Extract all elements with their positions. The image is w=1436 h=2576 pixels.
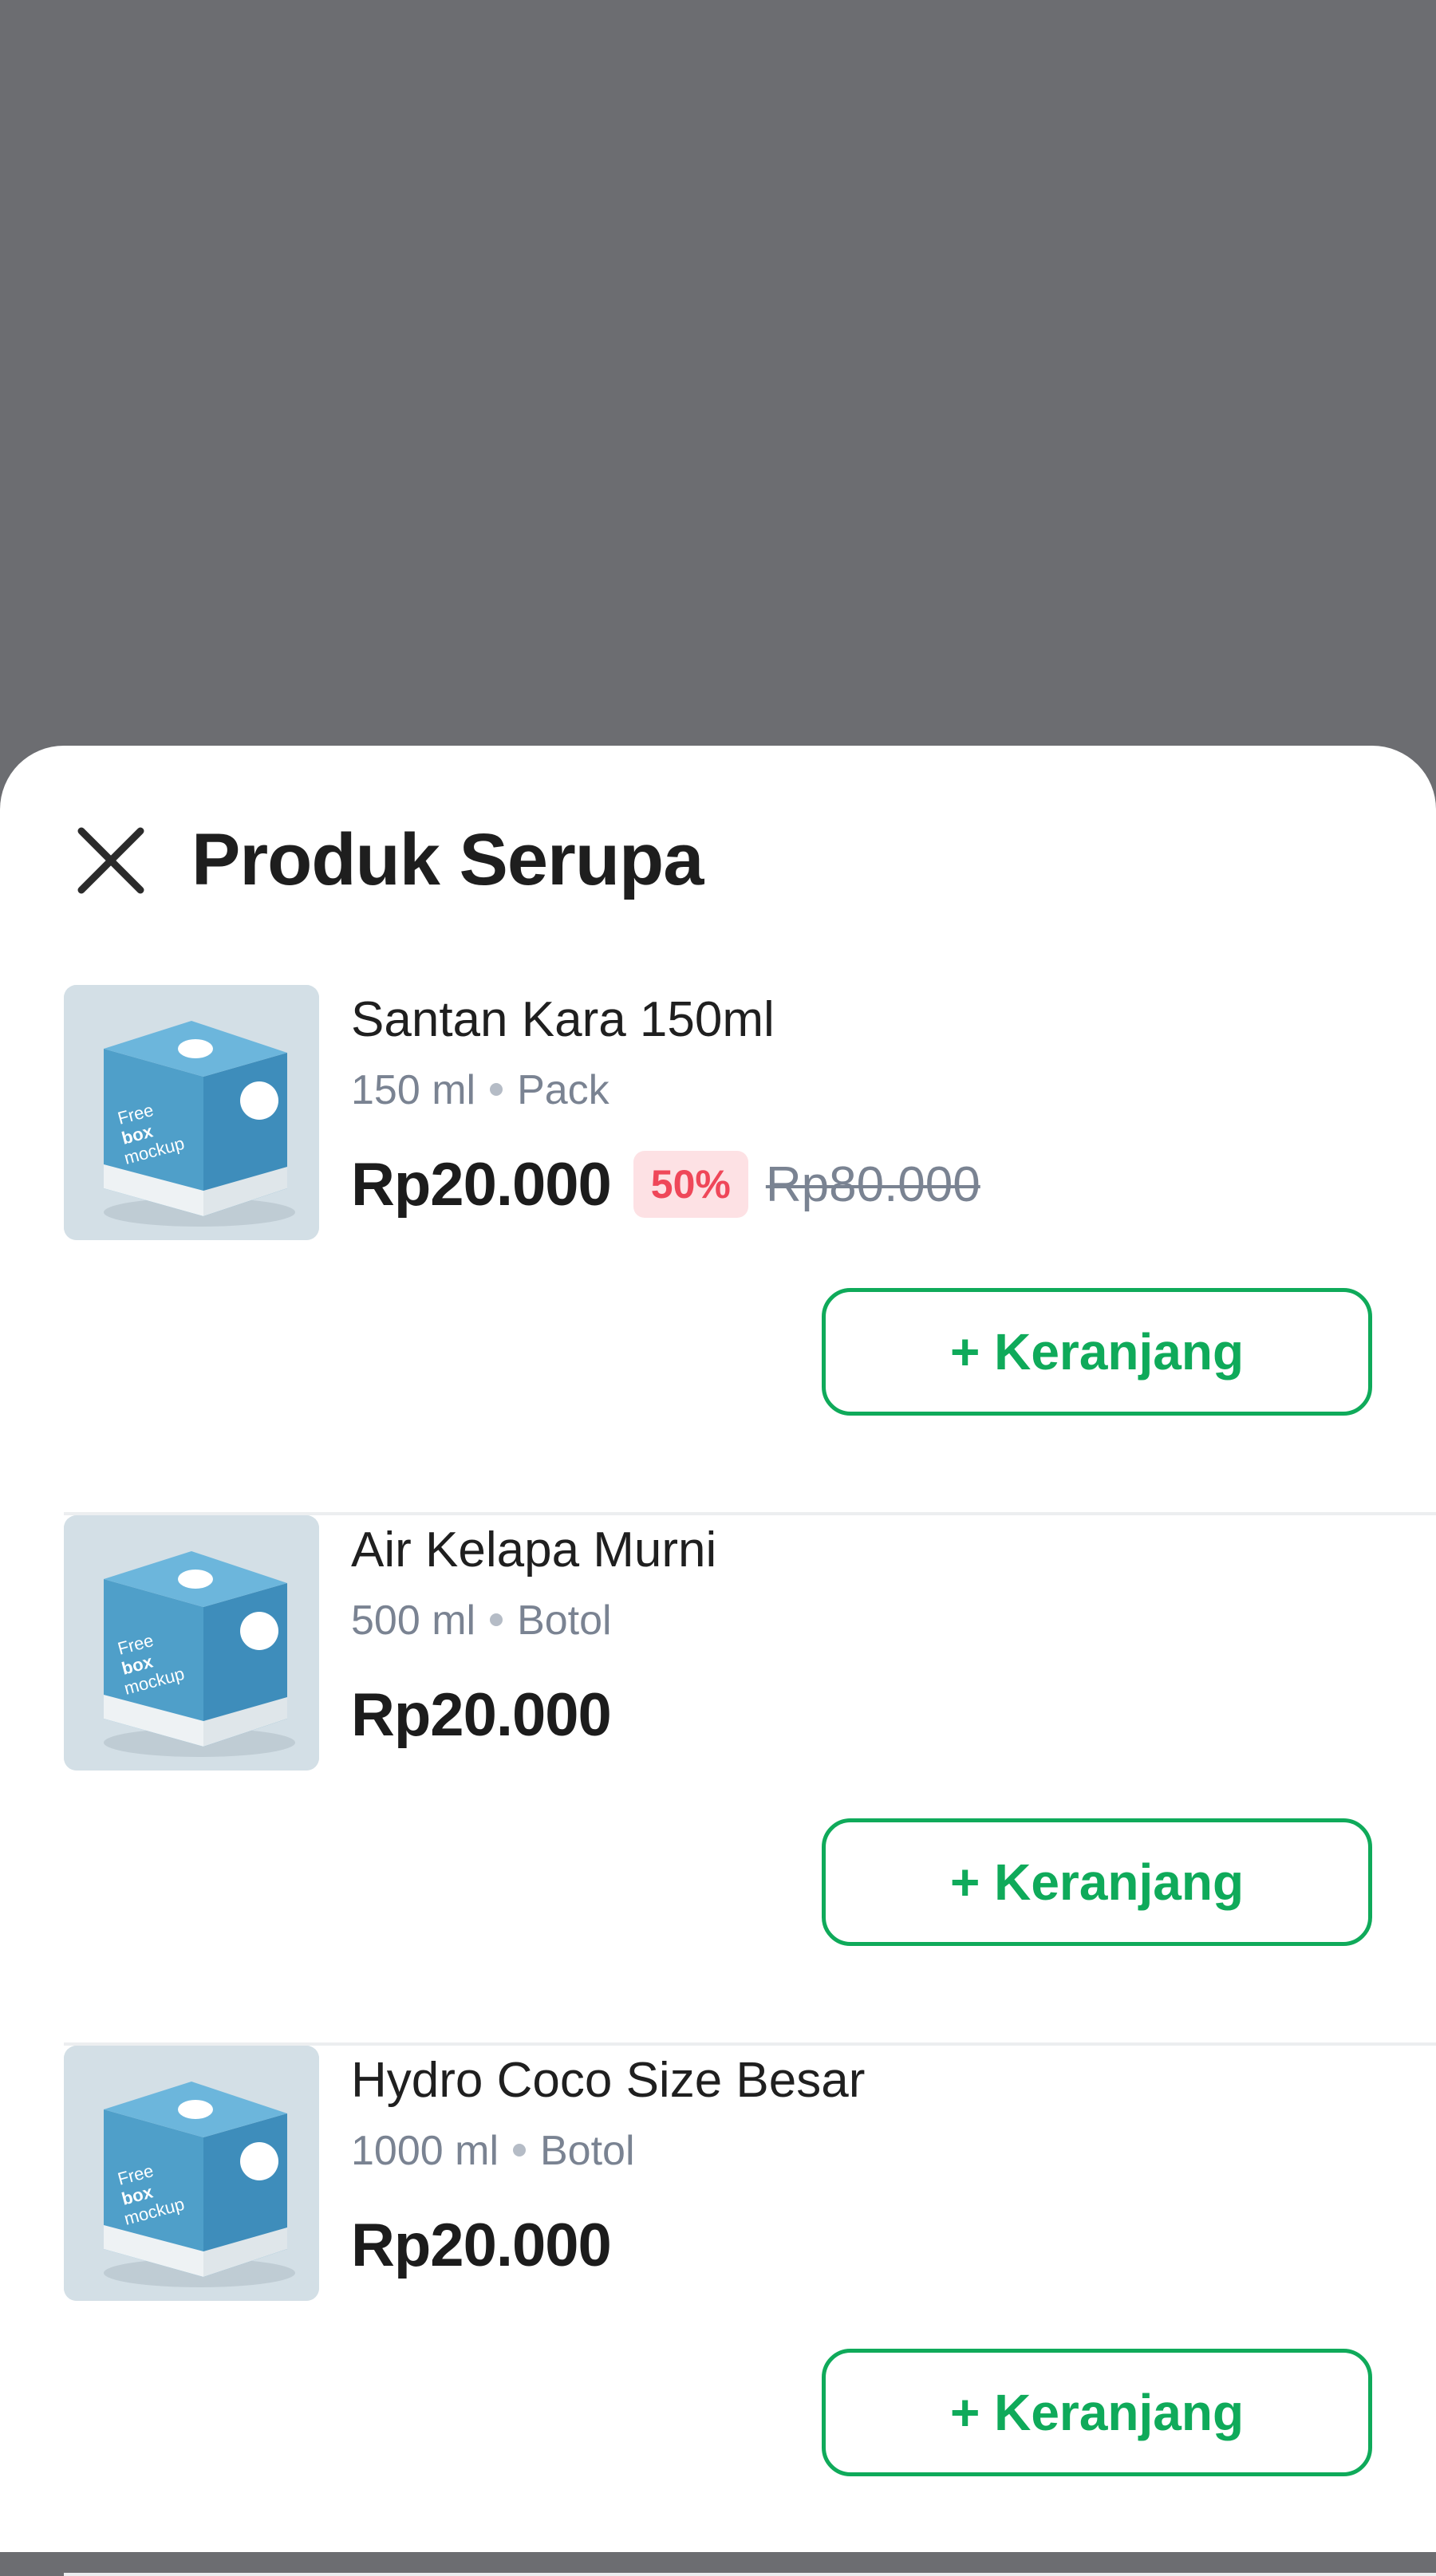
sheet-title: Produk Serupa (191, 819, 704, 900)
product-size: 1000 ml (351, 2128, 499, 2174)
modal-backdrop[interactable] (0, 0, 1436, 750)
product-price: Rp20.000 (351, 2211, 612, 2279)
product-size: 500 ml (351, 1597, 476, 1644)
original-price: Rp80.000 (765, 1156, 980, 1212)
product-name[interactable]: Hydro Coco Size Besar (351, 2050, 865, 2112)
divider (64, 2573, 1436, 2576)
separator-dot (490, 1613, 503, 1627)
add-to-cart-button[interactable]: + Keranjang (822, 2349, 1372, 2476)
close-icon[interactable] (72, 821, 150, 900)
discount-badge: 50% (633, 1151, 748, 1218)
product-unit: Botol (517, 1597, 612, 1644)
similar-products-sheet: Produk Serupa Free box mockup Santan Kar… (0, 746, 1436, 2576)
product-meta: 500 ml Botol (351, 1595, 612, 1647)
price-row: Rp20.000 (351, 1675, 612, 1755)
product-item[interactable]: Free box mockup Santan Kara 150ml 150 ml… (0, 985, 1436, 1515)
product-meta: 1000 ml Botol (351, 2125, 635, 2177)
product-image[interactable]: Free box mockup (64, 1515, 319, 1771)
add-to-cart-button[interactable]: + Keranjang (822, 1288, 1372, 1416)
product-item[interactable]: Free box mockup Air Kelapa Murni 500 ml B… (0, 1515, 1436, 2046)
price-row: Rp20.000 (351, 2205, 612, 2285)
product-image[interactable]: Free box mockup (64, 985, 319, 1240)
product-item[interactable]: Free box mockup Hydro Coco Size Besar 10… (0, 2046, 1436, 2576)
product-size: 150 ml (351, 1067, 476, 1113)
product-unit: Pack (517, 1067, 610, 1113)
product-unit: Botol (540, 2128, 635, 2174)
product-name[interactable]: Santan Kara 150ml (351, 989, 775, 1051)
separator-dot (490, 1083, 503, 1097)
product-image[interactable]: Free box mockup (64, 2046, 319, 2301)
price-row: Rp20.000 50% Rp80.000 (351, 1144, 980, 1224)
product-price: Rp20.000 (351, 1680, 612, 1749)
product-price: Rp20.000 (351, 1150, 612, 1219)
sheet-header: Produk Serupa (0, 746, 1436, 921)
product-name[interactable]: Air Kelapa Murni (351, 1519, 716, 1581)
separator-dot (513, 2144, 526, 2157)
product-list: Free box mockup Santan Kara 150ml 150 ml… (0, 985, 1436, 2576)
product-meta: 150 ml Pack (351, 1065, 610, 1117)
add-to-cart-button[interactable]: + Keranjang (822, 1818, 1372, 1946)
